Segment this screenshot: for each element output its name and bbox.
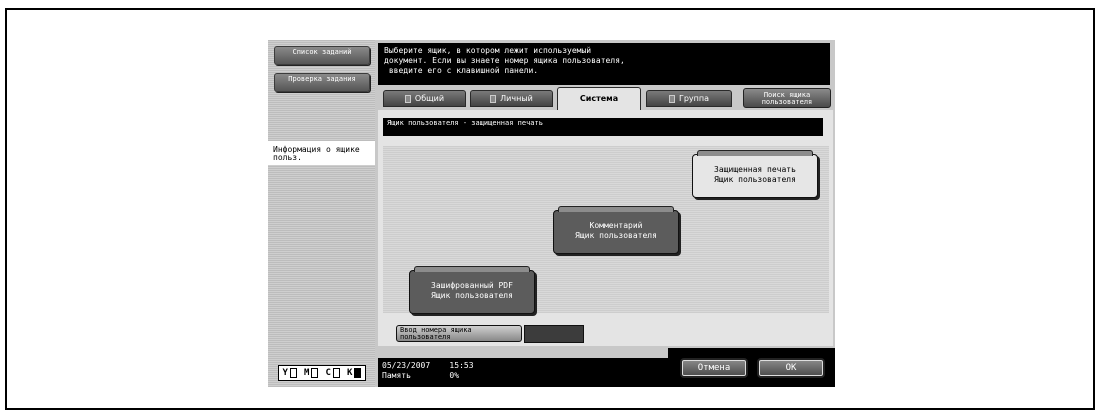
tab-label: Личный [500, 94, 533, 103]
tab-bar: Общий Личный Система Группа Поиск ящика … [378, 86, 833, 110]
box-button-label: Ящик пользователя [431, 291, 513, 300]
toner-indicator: Y M C K [278, 365, 366, 381]
toner-k-bar [354, 368, 362, 378]
toner-m-bar [311, 368, 319, 378]
instruction-message: Выберите ящик, в котором лежит используе… [378, 43, 830, 85]
box-button-label: Комментарий [589, 221, 643, 230]
secure-print-box-button[interactable]: Защищенная печать Ящик пользователя [692, 150, 818, 198]
job-check-button[interactable]: Проверка задания [274, 73, 370, 92]
left-panel: Список заданий Проверка задания Информац… [268, 40, 375, 387]
toner-c-label: C [325, 368, 331, 378]
box-selection-area: Защищенная печать Ящик пользователя Комм… [383, 146, 829, 314]
tab-group[interactable]: Группа [646, 90, 732, 107]
box-button-label: Зашифрованный PDF [431, 281, 513, 290]
tab-label: Группа [678, 94, 710, 103]
enter-box-number-button[interactable]: Ввод номера ящика пользователя [396, 325, 522, 342]
content-panel: Ящик пользователя - защищенная печать За… [378, 110, 833, 346]
toner-k-label: K [347, 368, 353, 378]
tab-personal[interactable]: Личный [470, 90, 553, 107]
toner-y-bar [289, 368, 297, 378]
encrypted-pdf-box-button[interactable]: Зашифрованный PDF Ящик пользователя [409, 266, 535, 314]
control-panel-screen: Список заданий Проверка задания Информац… [268, 40, 835, 387]
box-number-field[interactable] [524, 325, 584, 343]
tab-indicator-icon [490, 94, 497, 103]
box-button-label: Ящик пользователя [575, 231, 657, 240]
tab-indicator-icon [404, 94, 411, 103]
path-label: Ящик пользователя - защищенная печать [383, 118, 823, 136]
tab-public[interactable]: Общий [383, 90, 466, 107]
search-user-box-button[interactable]: Поиск ящика пользователя [743, 88, 831, 108]
tab-indicator-icon [668, 94, 675, 103]
tab-label: Система [579, 94, 619, 103]
job-list-button[interactable]: Список заданий [274, 46, 370, 65]
toner-y-label: Y [282, 368, 288, 378]
toner-c-bar [332, 368, 340, 378]
message-line: введите его с клавишной панели. [384, 66, 539, 75]
tab-label: Общий [414, 94, 445, 103]
ok-button[interactable]: OK [757, 358, 825, 378]
message-line: Выберите ящик, в котором лежит используе… [384, 46, 592, 55]
box-button-label: Ящик пользователя [714, 175, 796, 184]
box-button-label: Защищенная печать [714, 165, 796, 174]
tab-system[interactable]: Система [557, 87, 641, 110]
toner-m-label: M [304, 368, 310, 378]
cancel-button[interactable]: Отмена [680, 358, 748, 378]
box-info-label: Информация о ящике польз. [268, 141, 375, 165]
message-line: документ. Если вы знаете номер ящика пол… [384, 56, 625, 65]
comment-box-button[interactable]: Комментарий Ящик пользователя [553, 206, 679, 254]
